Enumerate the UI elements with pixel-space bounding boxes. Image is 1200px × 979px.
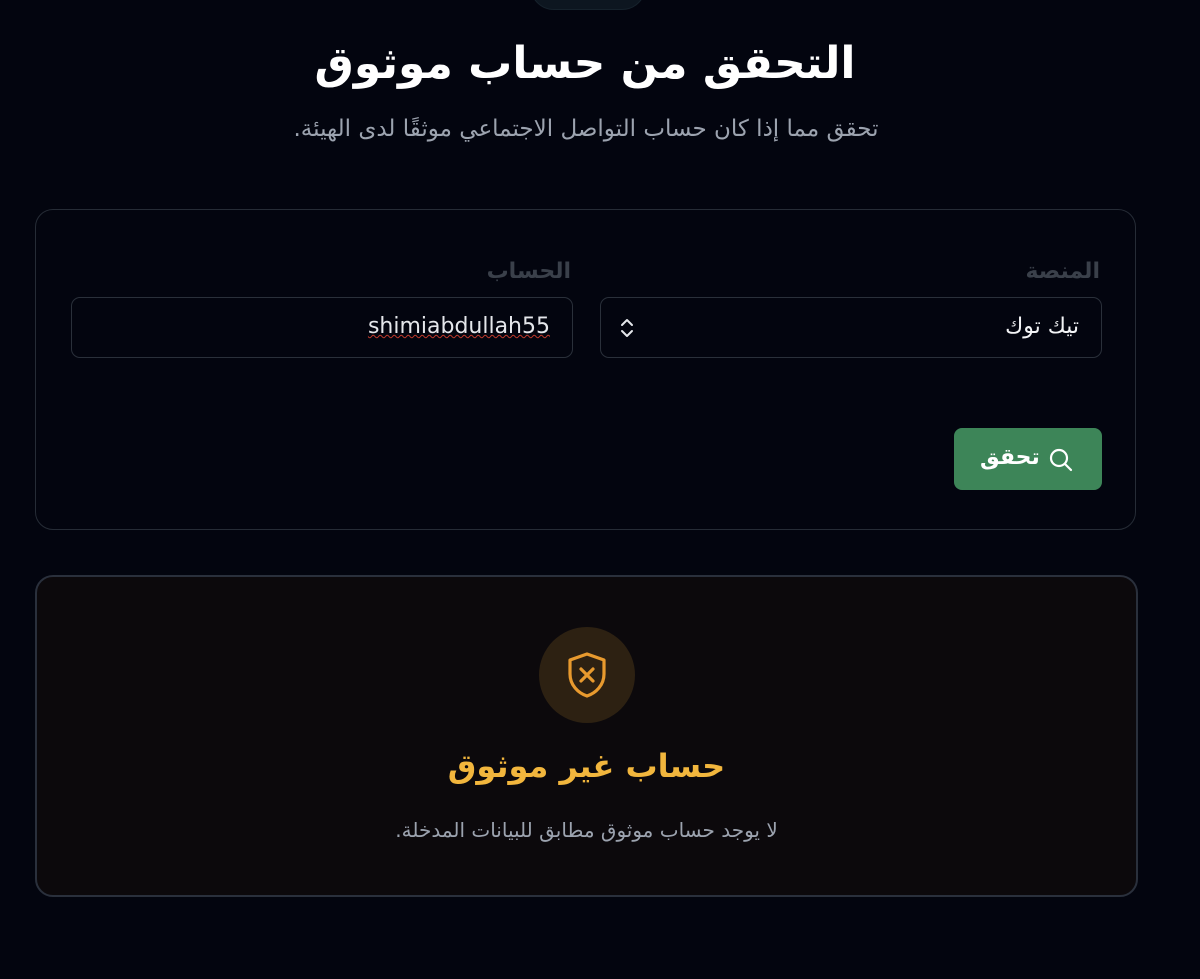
page: التحقق من حساب موثوق تحقق مما إذا كان حس… — [0, 0, 1200, 979]
result-title: حساب غير موثوق — [447, 747, 726, 785]
platform-select[interactable]: تيك توك — [600, 297, 1102, 358]
account-input[interactable]: shimiabdullah55 — [71, 297, 573, 358]
account-label: الحساب — [486, 259, 571, 284]
result-message: لا يوجد حساب موثوق مطابق للبيانات المدخل… — [395, 818, 778, 842]
chevron-up-down-icon — [621, 319, 633, 337]
verify-button-label: تحقق — [980, 445, 1040, 470]
platform-label: المنصة — [1025, 259, 1100, 284]
search-icon — [1049, 448, 1073, 472]
status-icon-circle — [539, 627, 635, 723]
result-card: حساب غير موثوق لا يوجد حساب موثوق مطابق … — [35, 575, 1138, 897]
top-pill — [530, 0, 646, 10]
page-subtitle: تحقق مما إذا كان حساب التواصل الاجتماعي … — [293, 116, 879, 142]
verification-form-card: المنصة الحساب تيك توك shimiabdullah55 تح… — [35, 209, 1136, 530]
platform-select-value: تيك توك — [1005, 314, 1079, 339]
shield-x-icon — [568, 652, 606, 698]
verify-button[interactable]: تحقق — [954, 428, 1102, 490]
page-title: التحقق من حساب موثوق — [314, 38, 856, 89]
account-input-value: shimiabdullah55 — [367, 314, 550, 339]
